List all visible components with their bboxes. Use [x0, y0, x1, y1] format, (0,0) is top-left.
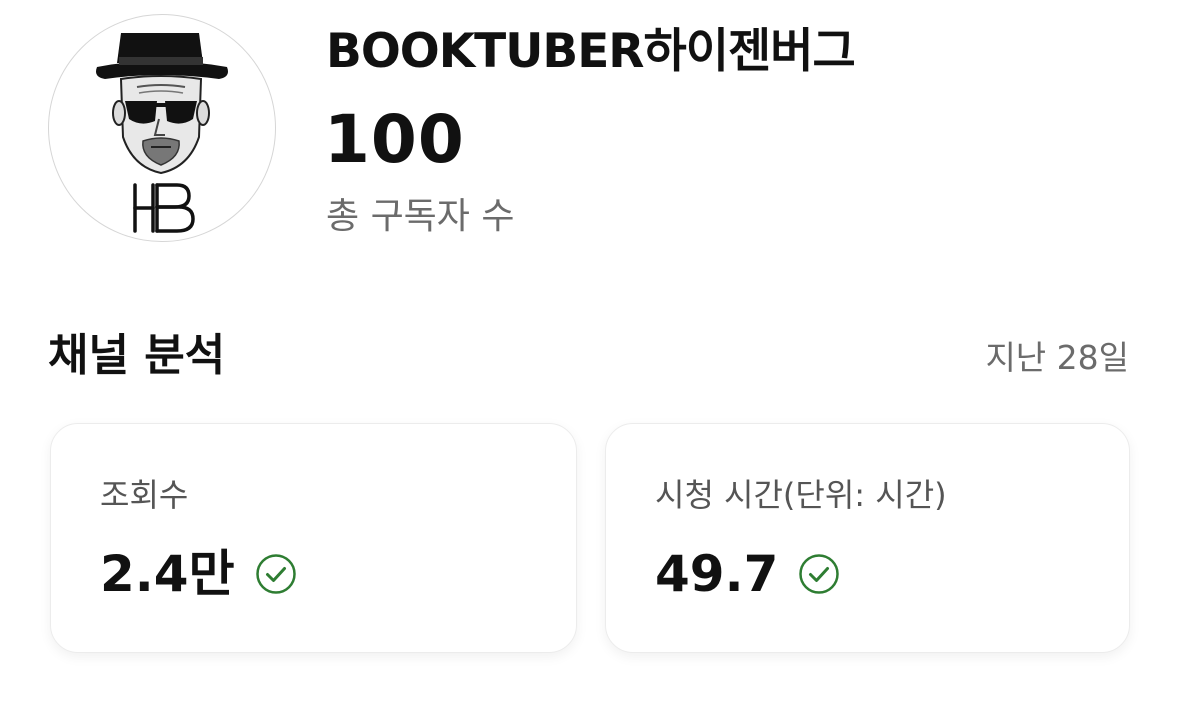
views-value: 2.4만 — [100, 545, 235, 603]
channel-name: BOOKTUBER하이젠버그 — [326, 24, 856, 79]
check-circle-icon — [255, 554, 296, 594]
check-circle-icon — [799, 554, 840, 594]
watch-time-value-row: 49.7 — [655, 542, 840, 606]
views-label: 조회수 — [100, 476, 189, 514]
channel-avatar[interactable] — [48, 14, 276, 242]
subscriber-count: 100 — [324, 101, 465, 178]
heisenberg-avatar-image — [96, 33, 228, 233]
subscriber-label: 총 구독자 수 — [326, 196, 515, 237]
views-card[interactable]: 조회수 2.4만 — [50, 423, 577, 653]
views-value-row: 2.4만 — [100, 542, 297, 606]
watch-time-value: 49.7 — [655, 545, 779, 603]
watch-time-card[interactable]: 시청 시간(단위: 시간) 49.7 — [605, 423, 1130, 653]
analytics-section-title: 채널 분석 — [48, 330, 226, 381]
analytics-period[interactable]: 지난 28일 — [985, 336, 1129, 380]
watch-time-label: 시청 시간(단위: 시간) — [655, 476, 947, 514]
